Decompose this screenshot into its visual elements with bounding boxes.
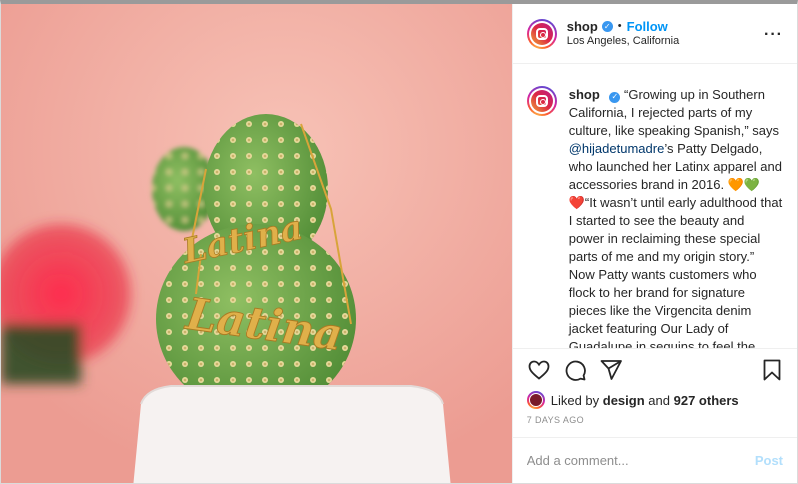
likes-joiner: and [648,392,670,408]
verified-badge-icon: ✓ [601,21,613,33]
post-photo[interactable]: Latina Latina [1,4,512,483]
avatar-ring [528,20,555,47]
caption-avatar[interactable] [526,86,557,116]
post-side-panel: shop ✓ • Follow Los Angeles, California … [511,4,797,483]
bookmark-icon[interactable] [761,358,783,387]
caption-avatar-image [530,90,553,112]
cactus-necklace-photo: Latina Latina [1,4,512,483]
caption: shop ✓ “Growing up in Southern Californi… [569,86,783,348]
follow-button[interactable]: Follow [627,19,668,35]
instagram-post: Latina Latina shop ✓ • Follow Los Angele… [0,0,798,484]
header-row: shop ✓ • Follow [567,19,680,35]
header-username[interactable]: shop [567,19,598,35]
caption-avatar-ring [528,88,555,114]
caption-username[interactable]: shop [569,87,600,102]
post-comment-button[interactable]: Post [755,453,783,468]
instagram-logo-icon [535,27,548,40]
instagram-logo-icon [535,95,548,107]
post-header: shop ✓ • Follow Los Angeles, California … [512,4,797,64]
caption-mention-link[interactable]: @hijadetumadre [569,141,665,156]
comment-composer: Post [512,437,797,483]
comment-icon[interactable] [563,358,587,387]
caption-text-part2: ’s Patty Delgado, who launched her Latin… [568,141,783,348]
post-actions: Liked by design and 927 others 7 DAYS AG… [512,348,797,437]
post-timestamp[interactable]: 7 DAYS AGO [527,415,783,437]
liker-avatar[interactable] [526,391,545,409]
verified-badge-icon: ✓ [609,91,621,103]
comment-input[interactable] [526,453,755,468]
likes-count-link[interactable]: 927 others [674,393,739,408]
avatar[interactable] [526,18,557,49]
separator-dot: • [617,19,622,32]
heart-icon[interactable] [527,358,551,387]
likes-prefix: Liked by [550,392,600,408]
share-icon[interactable] [599,358,623,387]
header-text: shop ✓ • Follow Los Angeles, California [567,19,680,49]
liker-avatar-image [528,393,543,407]
liker-username[interactable]: design [603,393,645,408]
likes-summary: Liked by design and 927 others [526,387,783,413]
comments-area[interactable]: shop ✓ “Growing up in Southern Californi… [513,64,797,348]
more-options-icon[interactable]: ··· [764,26,783,44]
location-link[interactable]: Los Angeles, California [567,35,680,49]
avatar-image [530,22,553,45]
caption-text-part1: “Growing up in Southern California, I re… [568,87,779,138]
action-icons [527,357,783,387]
